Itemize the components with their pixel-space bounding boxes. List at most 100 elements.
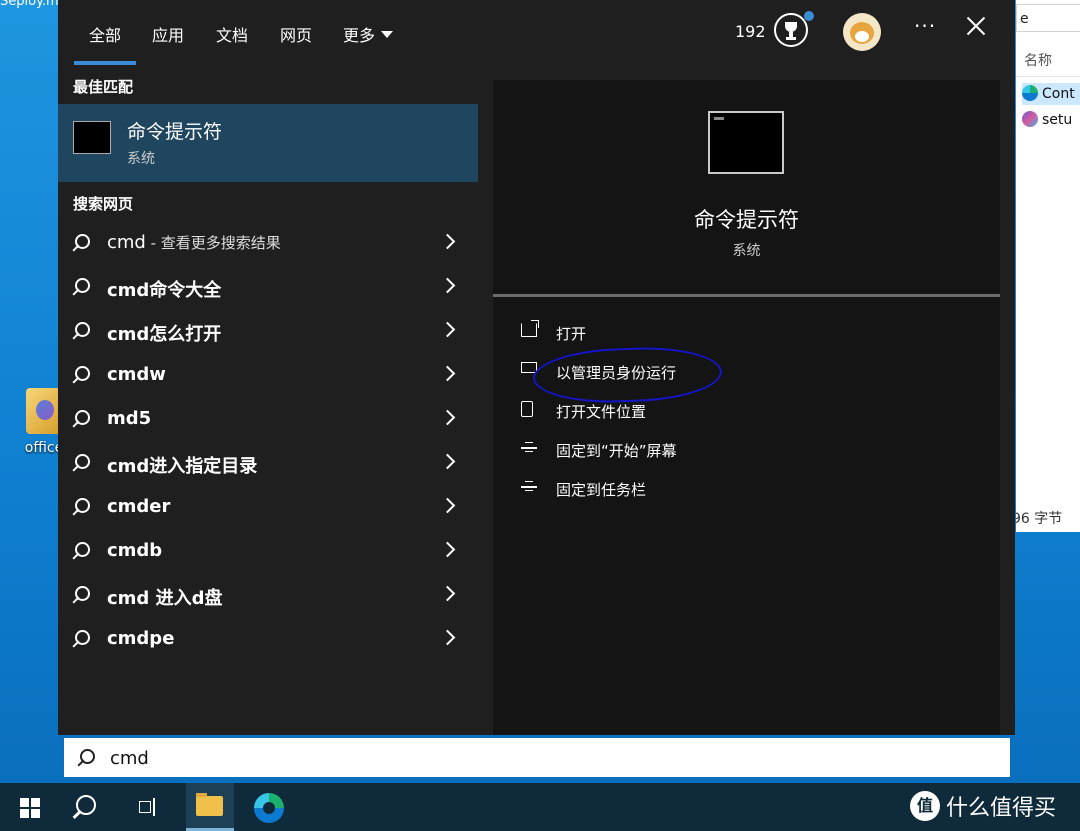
detail-title: 命令提示符 <box>694 208 799 232</box>
explorer-column-name[interactable]: 名称 <box>1024 50 1052 70</box>
chevron-right-icon[interactable] <box>439 453 456 470</box>
chevron-right-icon[interactable] <box>439 233 456 250</box>
web-suggestion[interactable]: cmdw <box>58 354 478 398</box>
pin-icon <box>521 479 537 493</box>
explorer-status-text: 96 字节 <box>1016 511 1063 527</box>
task-view-icon[interactable] <box>135 798 157 816</box>
command-prompt-large-icon <box>708 111 784 174</box>
web-suggestion[interactable]: cmd命令大全 <box>58 266 478 310</box>
web-search-heading: 搜索网页 <box>73 195 134 213</box>
chevron-right-icon[interactable] <box>439 277 456 294</box>
suggestion-text: cmd命令大全 <box>107 280 222 301</box>
detail-divider <box>493 294 1000 297</box>
folder-icon <box>196 793 223 816</box>
action-pin-to-taskbar[interactable]: 固定到任务栏 <box>521 473 821 503</box>
office-setup-icon <box>1022 111 1038 127</box>
taskbar-search-icon[interactable] <box>76 795 96 815</box>
suggestion-text: cmd怎么打开 <box>107 324 222 345</box>
best-match-item[interactable]: 命令提示符 系统 <box>58 104 478 182</box>
more-options-icon[interactable]: ··· <box>914 14 936 38</box>
suggestion-text: cmder <box>107 496 171 517</box>
chevron-right-icon[interactable] <box>439 541 456 558</box>
search-icon <box>75 498 90 513</box>
shield-icon <box>521 362 537 373</box>
avatar[interactable] <box>843 13 881 51</box>
search-icon <box>75 322 90 337</box>
action-open-file-location[interactable]: 打开文件位置 <box>521 395 821 425</box>
suggestion-hint: - 查看更多搜索结果 <box>145 234 281 252</box>
best-match-title: 命令提示符 <box>127 121 223 143</box>
office-shortcut-icon <box>26 388 62 434</box>
suggestion-text: cmd 进入d盘 <box>107 588 223 609</box>
chevron-right-icon[interactable] <box>439 497 456 514</box>
explorer-file-name: setu <box>1042 112 1073 128</box>
tab-web[interactable]: 网页 <box>280 22 312 46</box>
taskbar: 值什么值得买 <box>0 783 1080 831</box>
web-suggestion[interactable]: cmdb <box>58 530 478 574</box>
notification-dot <box>804 11 814 21</box>
chevron-right-icon[interactable] <box>439 321 456 338</box>
web-suggestion[interactable]: cmd - 查看更多搜索结果 <box>58 222 478 266</box>
search-icon <box>75 586 90 601</box>
action-pin-to-start[interactable]: 固定到“开始”屏幕 <box>521 434 821 464</box>
file-explorer-window: e 名称 Cont setu 96 字节 <box>1016 0 1080 532</box>
watermark-text: 什么值得买 <box>946 796 1057 821</box>
tab-more-label: 更多 <box>343 26 376 45</box>
search-icon <box>75 630 90 645</box>
web-suggestion[interactable]: cmd进入指定目录 <box>58 442 478 486</box>
chevron-right-icon[interactable] <box>439 585 456 602</box>
tab-more[interactable]: 更多 <box>343 22 394 46</box>
tab-apps[interactable]: 应用 <box>152 22 184 46</box>
search-icon <box>75 278 90 293</box>
explorer-file-row[interactable]: setu <box>1022 109 1080 131</box>
web-suggestion[interactable]: cmd 进入d盘 <box>58 574 478 618</box>
detail-subtitle: 系统 <box>732 243 761 259</box>
action-label: 固定到任务栏 <box>556 481 647 499</box>
action-open[interactable]: 打开 <box>521 317 821 347</box>
avatar-snout <box>855 31 869 42</box>
action-label: 打开 <box>556 325 587 343</box>
chevron-right-icon[interactable] <box>439 629 456 646</box>
suggestion-text: cmdw <box>107 364 166 385</box>
explorer-address-bar[interactable]: e <box>1016 4 1080 32</box>
suggestion-text: cmd <box>107 232 146 253</box>
taskbar-file-explorer[interactable] <box>186 783 234 831</box>
tab-all[interactable]: 全部 <box>89 22 121 46</box>
web-suggestion[interactable]: cmder <box>58 486 478 530</box>
command-prompt-icon <box>73 121 111 154</box>
search-input[interactable] <box>108 744 972 772</box>
file-location-icon <box>521 401 533 417</box>
search-icon <box>75 234 90 249</box>
suggestion-text: cmdpe <box>107 628 175 649</box>
chevron-right-icon[interactable] <box>439 409 456 426</box>
pin-icon <box>521 440 537 454</box>
detail-pane: 命令提示符 系统 打开 以管理员身份运行 打开文件位置 固定到“开始”屏幕 固定… <box>493 80 1000 735</box>
trophy-base <box>786 37 796 40</box>
action-run-as-admin[interactable]: 以管理员身份运行 <box>521 356 821 386</box>
active-tab-indicator <box>74 61 136 65</box>
best-match-subtitle: 系统 <box>127 151 155 167</box>
search-icon <box>75 454 90 469</box>
explorer-file-row[interactable]: Cont <box>1022 83 1080 105</box>
web-suggestion[interactable]: cmd怎么打开 <box>58 310 478 354</box>
chevron-down-icon <box>381 31 394 38</box>
close-icon[interactable] <box>964 14 988 38</box>
search-top-bar: 全部 应用 文档 网页 更多 192 ··· <box>58 0 1015 66</box>
web-suggestion[interactable]: cmdpe <box>58 618 478 662</box>
search-icon <box>75 366 90 381</box>
web-suggestion[interactable]: md5 <box>58 398 478 442</box>
trophy-icon[interactable] <box>774 11 814 47</box>
action-label: 打开文件位置 <box>556 403 647 421</box>
tab-documents[interactable]: 文档 <box>216 22 248 46</box>
suggestion-text: cmdb <box>107 540 163 561</box>
search-box[interactable] <box>62 736 1012 779</box>
search-icon <box>80 749 95 764</box>
open-icon <box>521 320 539 337</box>
chevron-right-icon[interactable] <box>439 365 456 382</box>
windows-start-icon[interactable] <box>20 798 40 818</box>
logo-pane <box>31 798 40 807</box>
search-icon <box>75 410 90 425</box>
edge-browser-icon[interactable] <box>254 793 284 823</box>
watermark-icon: 值 <box>910 791 940 821</box>
explorer-divider <box>1016 76 1080 77</box>
